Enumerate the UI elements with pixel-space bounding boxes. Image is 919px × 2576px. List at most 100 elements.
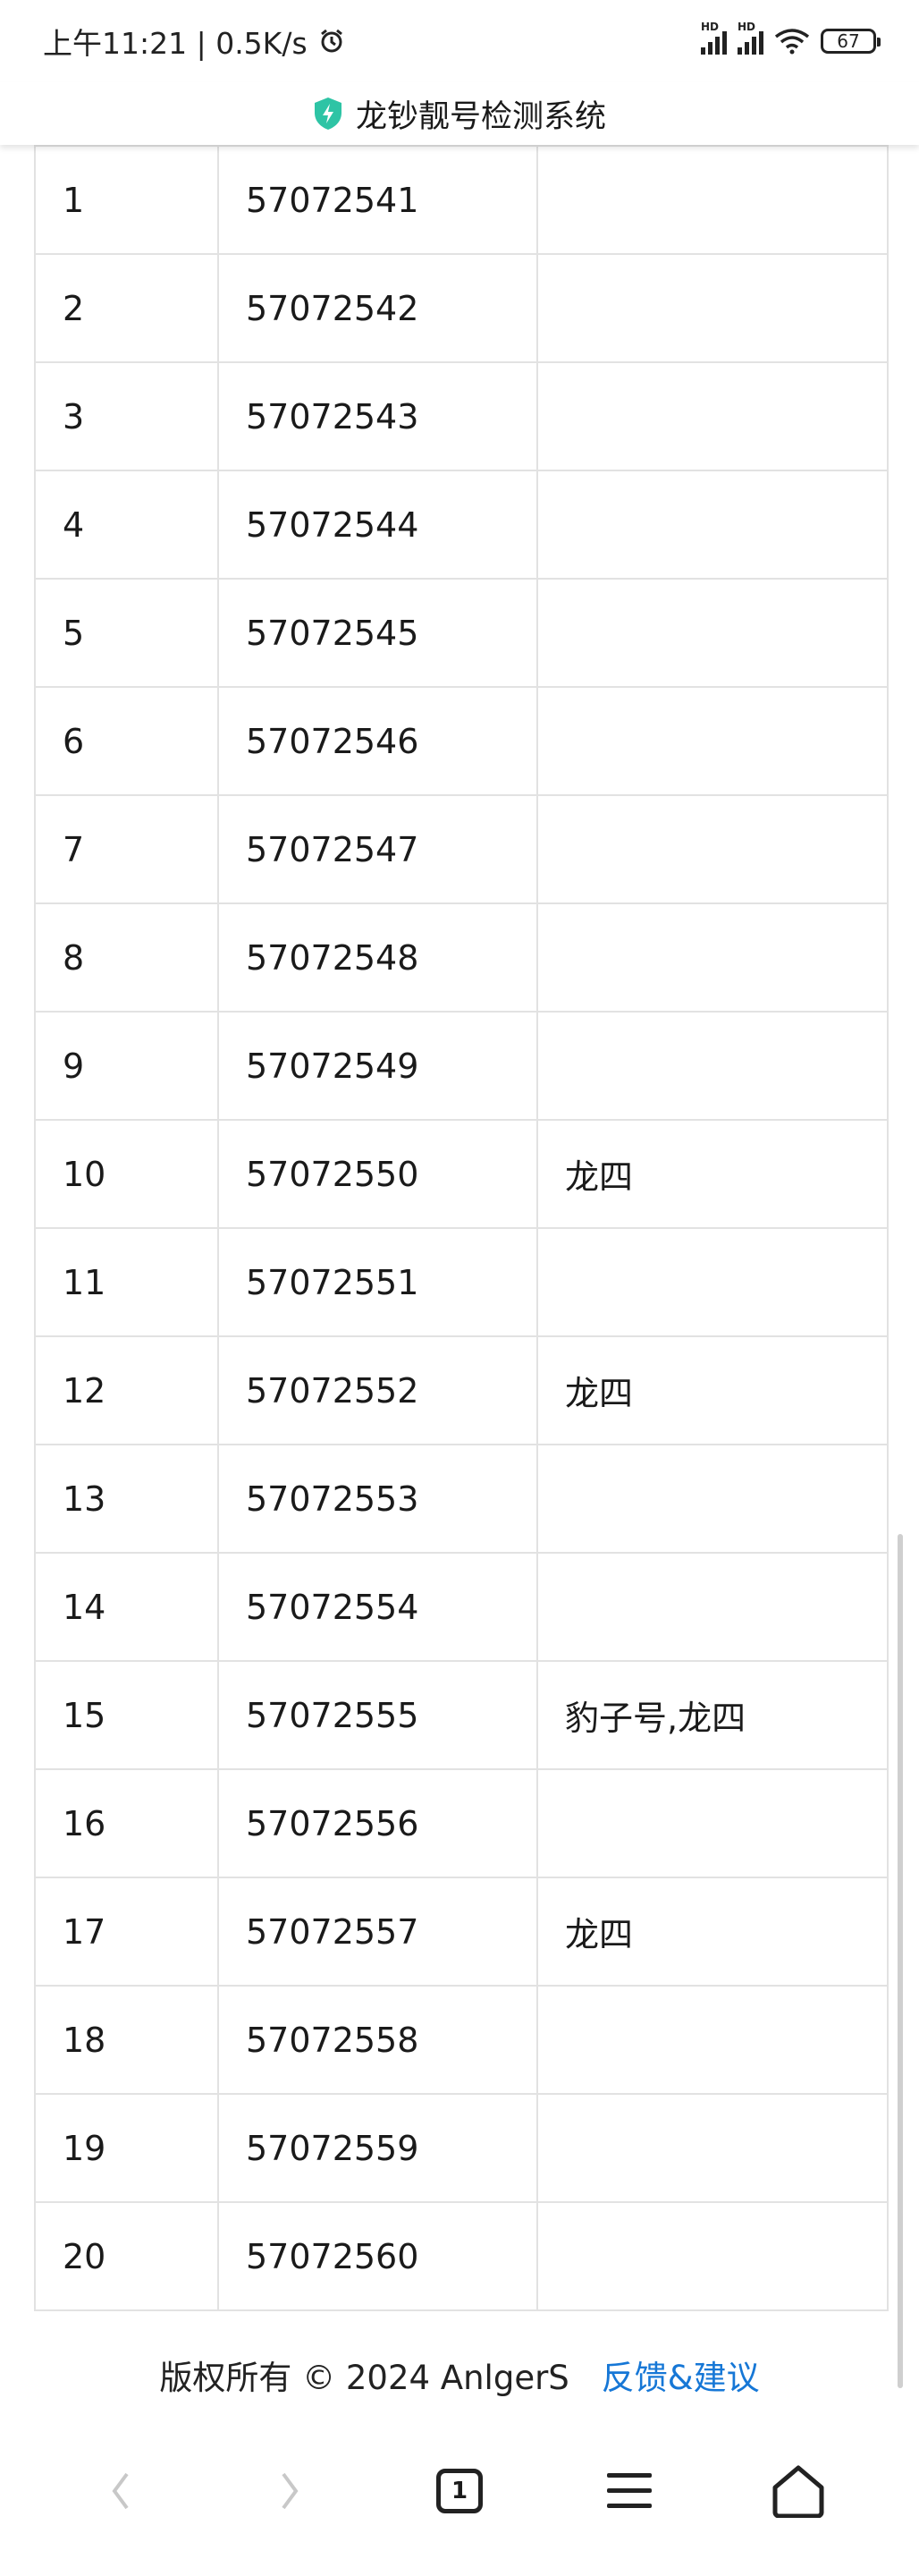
row-tag-cell: 龙四 xyxy=(536,1335,889,1445)
row-index-cell: 20 xyxy=(34,2201,219,2311)
row-tag-cell xyxy=(536,145,889,255)
table-row: 19 57072559 xyxy=(34,2093,889,2203)
signal-icon-2: HD xyxy=(738,21,763,55)
row-tag-cell xyxy=(536,253,889,363)
row-index-cell: 10 xyxy=(34,1119,219,1229)
table-row: 11 57072551 xyxy=(34,1227,889,1337)
row-tag-cell xyxy=(536,686,889,796)
row-tag-cell xyxy=(536,2201,889,2311)
back-button[interactable] xyxy=(76,2446,165,2536)
row-tag-cell: 豹子号,龙四 xyxy=(536,1660,889,1770)
row-number-cell: 57072552 xyxy=(217,1335,538,1445)
table-row: 10 57072550 龙四 xyxy=(34,1119,889,1229)
row-index-cell: 5 xyxy=(34,578,219,688)
table-row: 13 57072553 xyxy=(34,1444,889,1554)
table-row: 2 57072542 xyxy=(34,253,889,363)
row-tag-cell xyxy=(536,1011,889,1121)
table-row: 8 57072548 xyxy=(34,902,889,1013)
row-tag-cell xyxy=(536,902,889,1013)
alarm-icon xyxy=(320,29,342,53)
table-row: 4 57072544 xyxy=(34,470,889,580)
row-index-cell: 8 xyxy=(34,902,219,1013)
row-number-cell: 57072543 xyxy=(217,361,538,471)
row-number-cell: 57072546 xyxy=(217,686,538,796)
row-index-cell: 17 xyxy=(34,1877,219,1987)
row-number-cell: 57072554 xyxy=(217,1552,538,1662)
row-index-cell: 15 xyxy=(34,1660,219,1770)
row-number-cell: 57072559 xyxy=(217,2093,538,2203)
footer: 版权所有 © 2024 AnlgerS 反馈&建议 xyxy=(0,2330,919,2419)
back-icon xyxy=(112,2472,129,2510)
row-number-cell: 57072551 xyxy=(217,1227,538,1337)
browser-bottom-nav: 1 xyxy=(0,2442,919,2540)
table-row: 1 57072541 xyxy=(34,145,889,255)
row-tag-cell xyxy=(536,2093,889,2203)
row-number-cell: 57072556 xyxy=(217,1768,538,1878)
row-index-cell: 12 xyxy=(34,1335,219,1445)
table-body: 1 57072541 2 57072542 3 57072543 4 57072544 5 570… xyxy=(34,145,889,2311)
row-tag-cell xyxy=(536,470,889,580)
page-title: 龙钞靓号检测系统 xyxy=(355,98,606,135)
row-tag-cell: 龙四 xyxy=(536,1119,889,1229)
number-table: 1 57072541 2 57072542 3 57072543 4 57072544 5 570… xyxy=(34,145,889,2311)
tab-count: 1 xyxy=(451,2478,468,2504)
table-row: 17 57072557 龙四 xyxy=(34,1877,889,1987)
menu-icon xyxy=(606,2473,652,2508)
status-right: HD HD 67 xyxy=(701,21,881,55)
row-index-cell: 3 xyxy=(34,361,219,471)
row-number-cell: 57072547 xyxy=(217,794,538,904)
table-row: 18 57072558 xyxy=(34,1985,889,2095)
row-number-cell: 57072550 xyxy=(217,1119,538,1229)
row-tag-cell xyxy=(536,794,889,904)
row-number-cell: 57072544 xyxy=(217,470,538,580)
battery-level: 67 xyxy=(837,30,860,52)
row-tag-cell: 龙四 xyxy=(536,1877,889,1987)
copyright-text: 版权所有 © 2024 AnlgerS xyxy=(159,2359,569,2397)
row-index-cell: 7 xyxy=(34,794,219,904)
row-number-cell: 57072545 xyxy=(217,578,538,688)
feedback-link[interactable]: 反馈&建议 xyxy=(602,2351,760,2399)
home-button[interactable] xyxy=(754,2446,843,2536)
results-table: 1 57072541 2 57072542 3 57072543 4 57072544 5 570… xyxy=(34,145,889,2311)
row-index-cell: 14 xyxy=(34,1552,219,1662)
wifi-icon xyxy=(774,29,810,55)
home-icon xyxy=(772,2465,824,2518)
signal-icon: HD xyxy=(701,21,727,55)
row-tag-cell xyxy=(536,1552,889,1662)
row-tag-cell xyxy=(536,361,889,471)
table-row: 15 57072555 豹子号,龙四 xyxy=(34,1660,889,1770)
table-row: 5 57072545 xyxy=(34,578,889,688)
row-tag-cell xyxy=(536,1444,889,1554)
row-index-cell: 18 xyxy=(34,1985,219,2095)
row-index-cell: 16 xyxy=(34,1768,219,1878)
row-index-cell: 19 xyxy=(34,2093,219,2203)
row-number-cell: 57072542 xyxy=(217,253,538,363)
row-index-cell: 13 xyxy=(34,1444,219,1554)
tabs-button[interactable]: 1 xyxy=(415,2446,504,2536)
row-number-cell: 57072558 xyxy=(217,1985,538,2095)
shield-bolt-icon xyxy=(314,97,341,130)
menu-button[interactable] xyxy=(585,2446,674,2536)
forward-button[interactable] xyxy=(245,2446,334,2536)
status-time: 上午11:21 | 0.5K/s xyxy=(43,26,308,61)
scrollbar[interactable] xyxy=(898,1534,903,2388)
row-index-cell: 11 xyxy=(34,1227,219,1337)
row-index-cell: 9 xyxy=(34,1011,219,1121)
row-tag-cell xyxy=(536,1768,889,1878)
table-row: 12 57072552 龙四 xyxy=(34,1335,889,1445)
row-index-cell: 6 xyxy=(34,686,219,796)
row-tag-cell xyxy=(536,1227,889,1337)
row-number-cell: 57072548 xyxy=(217,902,538,1013)
row-number-cell: 57072541 xyxy=(217,145,538,255)
table-row: 9 57072549 xyxy=(34,1011,889,1121)
row-index-cell: 4 xyxy=(34,470,219,580)
status-bar: 上午11:21 | 0.5K/s HD HD 67 xyxy=(0,0,919,82)
row-index-cell: 2 xyxy=(34,253,219,363)
tabs-icon: 1 xyxy=(435,2469,483,2513)
row-tag-cell xyxy=(536,578,889,688)
row-number-cell: 57072549 xyxy=(217,1011,538,1121)
table-row: 6 57072546 xyxy=(34,686,889,796)
row-number-cell: 57072557 xyxy=(217,1877,538,1987)
row-number-cell: 57072555 xyxy=(217,1660,538,1770)
app-title-bar: 龙钞靓号检测系统 xyxy=(0,82,919,145)
